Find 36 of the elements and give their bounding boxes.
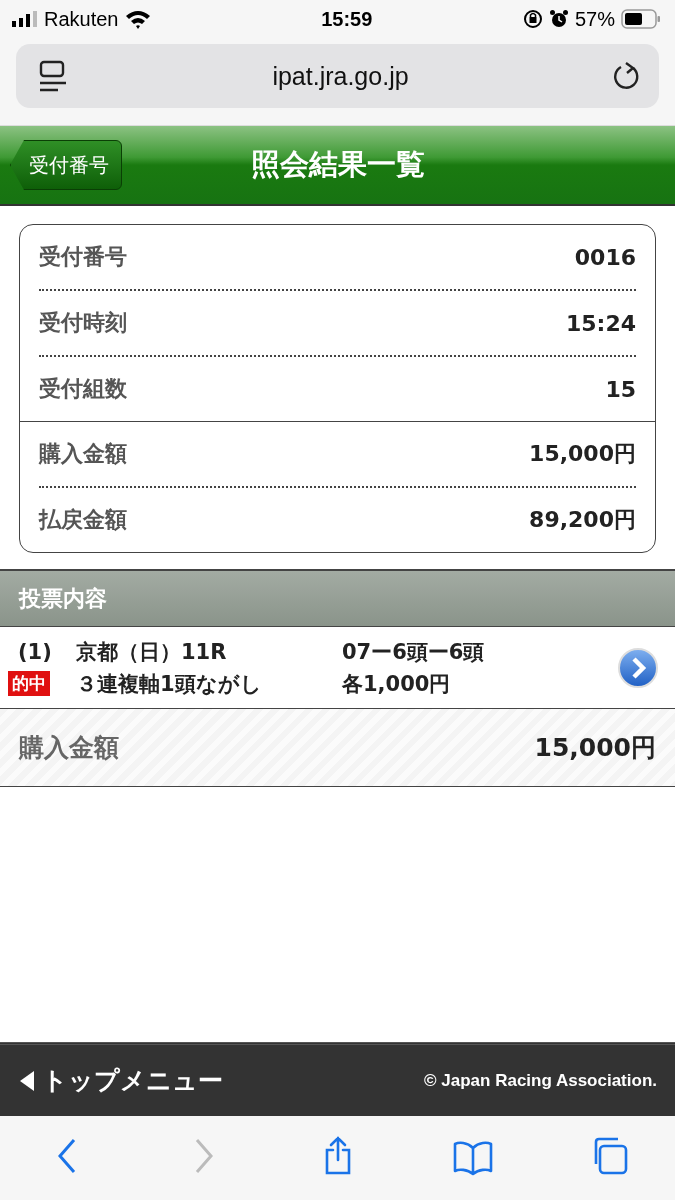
field-value: 89,200円	[529, 506, 636, 534]
battery-percent: 57%	[574, 7, 615, 31]
field-value: 15:24	[565, 310, 636, 336]
bet-combination: 07ー6頭ー6頭	[342, 638, 486, 666]
wifi-icon	[124, 9, 151, 29]
field-value: 15,000円	[529, 440, 636, 468]
field-label: 払戻金額	[39, 506, 127, 534]
field-value: 0016	[574, 244, 636, 270]
field-label: 受付番号	[39, 243, 127, 271]
bet-amount: 各1,000円	[342, 670, 452, 698]
bet-number: (1)	[17, 639, 53, 664]
field-label: 受付時刻	[39, 309, 127, 337]
total-value: 15,000円	[534, 732, 656, 764]
signal-icon	[12, 11, 38, 27]
carrier-name: Rakuten	[44, 7, 119, 31]
field-label: 購入金額	[39, 440, 127, 468]
battery-icon	[621, 9, 661, 29]
section-title: 投票内容	[19, 584, 107, 613]
copyright-text: © Japan Racing Association.	[424, 1070, 657, 1091]
race-name: 京都（日）11R	[76, 638, 228, 666]
alarm-icon	[548, 9, 569, 29]
field-label: 受付組数	[39, 375, 127, 403]
back-button[interactable]: 受付番号	[10, 140, 122, 190]
hit-badge: 的中	[8, 671, 50, 696]
total-label: 購入金額	[19, 732, 119, 764]
page-title: 照会結果一覧	[250, 147, 425, 181]
clock-time: 15:59	[321, 7, 373, 31]
reader-icon[interactable]	[38, 60, 68, 92]
address-bar[interactable]: ipat.jra.go.jp	[16, 44, 659, 108]
triangle-icon	[18, 1068, 36, 1093]
field-value: 15	[605, 376, 636, 402]
bet-type: ３連複軸1頭ながし	[76, 670, 263, 698]
top-menu-link[interactable]: トップメニュー	[18, 1064, 223, 1097]
rotation-lock-icon	[522, 9, 543, 29]
chevron-icon[interactable]	[617, 646, 659, 689]
reload-icon[interactable]	[613, 61, 641, 91]
